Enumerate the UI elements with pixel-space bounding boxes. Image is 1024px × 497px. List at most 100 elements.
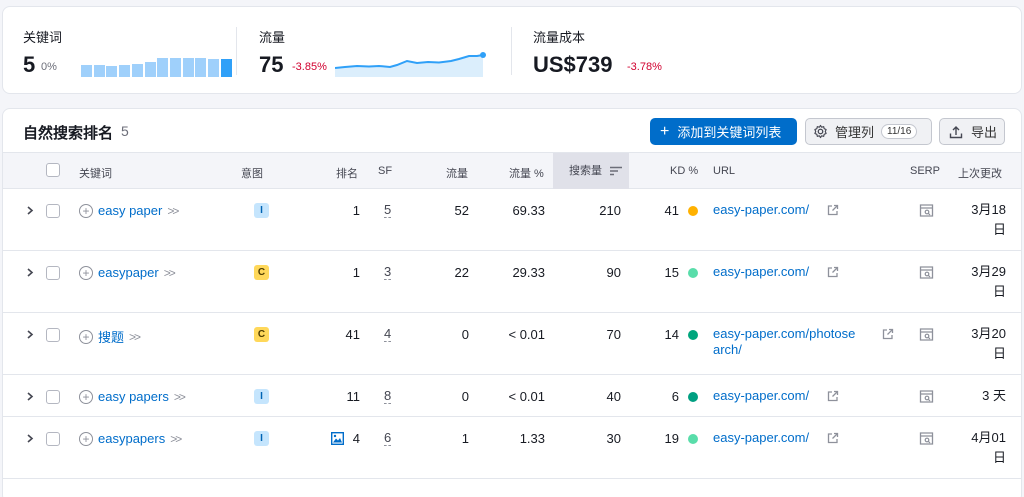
divider xyxy=(511,27,512,75)
col-sf[interactable]: SF xyxy=(378,165,392,177)
url-text[interactable]: easy-paper.com/ xyxy=(713,264,809,279)
rank-value: 1 xyxy=(352,203,360,218)
table-header: 关键词 意图 排名 SF 流量 流量 % 搜索量 KD % URL SERP 上… xyxy=(3,152,1021,189)
intent-badge: I xyxy=(254,203,269,218)
chevron-right-icon[interactable] xyxy=(25,392,34,401)
row-checkbox[interactable] xyxy=(46,328,60,342)
chevron-right-icon[interactable] xyxy=(25,206,34,215)
traffic-pct-value: 29.33 xyxy=(512,265,545,280)
col-traffic-pct[interactable]: 流量 % xyxy=(509,165,544,181)
url-link[interactable]: easy-paper.com/photose arch/ xyxy=(713,326,855,358)
keyword-cell[interactable]: + 搜题 >> xyxy=(79,327,141,346)
plus-circle-icon[interactable]: + xyxy=(79,431,93,446)
keyword-cell[interactable]: + easypapers >> xyxy=(79,431,182,446)
col-serp[interactable]: SERP xyxy=(910,165,940,177)
keyword-link[interactable]: 搜题 xyxy=(98,327,124,346)
url-text[interactable]: easy-paper.com/ xyxy=(713,430,809,445)
serp-snapshot-icon[interactable] xyxy=(919,390,934,403)
export-button[interactable]: 导出 xyxy=(939,118,1005,145)
keyword-cell[interactable]: + easy paper >> xyxy=(79,203,179,218)
table-row[interactable]: + easy paper >> I 1 5 52 69.33 210 41 ea… xyxy=(3,189,1021,251)
double-chevron-icon[interactable]: >> xyxy=(174,390,186,404)
serp-snapshot-icon[interactable] xyxy=(919,204,934,217)
kd-dot xyxy=(688,330,698,340)
row-checkbox[interactable] xyxy=(46,266,60,280)
external-link-icon[interactable] xyxy=(827,432,839,444)
url-text[interactable]: easy-paper.com/ xyxy=(713,202,809,217)
chevron-right-icon[interactable] xyxy=(25,330,34,339)
plus-circle-icon[interactable]: + xyxy=(79,203,93,218)
traffic-value: 1 xyxy=(461,431,469,446)
chevron-right-icon[interactable] xyxy=(25,434,34,443)
serp-snapshot-icon[interactable] xyxy=(919,266,934,279)
url-link[interactable]: easy-paper.com/ xyxy=(713,430,809,446)
chevron-right-icon[interactable] xyxy=(25,268,34,277)
col-intent[interactable]: 意图 xyxy=(241,165,263,181)
row-checkbox[interactable] xyxy=(46,432,60,446)
traffic-metric[interactable]: 流量 75 -3.85% xyxy=(259,7,499,95)
last-updated-line2: 日 xyxy=(992,222,1006,237)
url-text[interactable]: easy-paper.com/photose xyxy=(713,326,855,341)
external-link-icon[interactable] xyxy=(827,204,839,216)
sf-link[interactable]: 3 xyxy=(384,265,392,280)
add-to-keyword-list-button[interactable]: + 添加到关键词列表 xyxy=(650,118,797,145)
plus-circle-icon[interactable]: + xyxy=(79,389,93,404)
table-row[interactable]: + easy papers >> I 11 8 0 < 0.01 40 6 ea… xyxy=(3,375,1021,417)
url-link[interactable]: easy-paper.com/ xyxy=(713,264,809,280)
col-url[interactable]: URL xyxy=(713,165,735,177)
plus-circle-icon[interactable]: + xyxy=(79,265,93,280)
traffic-cost-metric[interactable]: 流量成本 US$739 -3.78% xyxy=(533,7,733,95)
col-kd[interactable]: KD % xyxy=(670,165,698,177)
traffic-value: 22 xyxy=(454,265,469,280)
organic-rankings-panel: 自然搜索排名 5 + 添加到关键词列表 管理列 11/16 导出 关键词 意图 … xyxy=(2,108,1022,497)
sf-link[interactable]: 4 xyxy=(384,327,392,342)
double-chevron-icon[interactable]: >> xyxy=(129,330,141,344)
last-updated-line2: 日 xyxy=(992,284,1006,299)
serp-snapshot-icon[interactable] xyxy=(919,432,934,445)
keyword-link[interactable]: easy paper xyxy=(98,203,162,218)
kd-value: 19 xyxy=(664,431,679,446)
trend-bar xyxy=(182,58,194,77)
manage-columns-label: 管理列 xyxy=(835,125,875,140)
plus-circle-icon[interactable]: + xyxy=(79,329,93,344)
trend-bar xyxy=(93,64,105,77)
double-chevron-icon[interactable]: >> xyxy=(167,204,179,218)
col-volume[interactable]: 搜索量 xyxy=(553,153,629,189)
url-text-cont[interactable]: arch/ xyxy=(713,342,742,357)
serp-snapshot-icon[interactable] xyxy=(919,328,934,341)
external-link-icon[interactable] xyxy=(882,328,894,340)
table-row[interactable]: + 搜题 >> C 41 4 0 < 0.01 70 14 easy-paper… xyxy=(3,313,1021,375)
keyword-link[interactable]: easypapers xyxy=(98,431,165,446)
select-all-checkbox[interactable] xyxy=(46,163,60,177)
external-link-icon[interactable] xyxy=(827,390,839,402)
row-checkbox[interactable] xyxy=(46,204,60,218)
double-chevron-icon[interactable]: >> xyxy=(170,432,182,446)
traffic-value: 52 xyxy=(454,203,469,218)
table-row[interactable]: + easypaper >> C 1 3 22 29.33 90 15 easy… xyxy=(3,251,1021,313)
row-checkbox[interactable] xyxy=(46,390,60,404)
col-rank[interactable]: 排名 xyxy=(336,165,358,181)
kd-dot xyxy=(688,392,698,402)
col-last-updated[interactable]: 上次更改 xyxy=(958,165,1002,181)
double-chevron-icon[interactable]: >> xyxy=(164,266,176,280)
keywords-metric[interactable]: 关键词 5 0% xyxy=(23,7,233,95)
traffic-change: -3.85% xyxy=(292,61,327,73)
manage-columns-button[interactable]: 管理列 11/16 xyxy=(805,118,932,145)
keyword-cell[interactable]: + easypaper >> xyxy=(79,265,176,280)
url-link[interactable]: easy-paper.com/ xyxy=(713,388,809,404)
url-text[interactable]: easy-paper.com/ xyxy=(713,388,809,403)
sf-link[interactable]: 8 xyxy=(384,389,392,404)
keyword-link[interactable]: easypaper xyxy=(98,265,159,280)
keywords-change: 0% xyxy=(41,61,57,73)
table-row[interactable]: + easypapers >> I 4 6 1 1.33 30 19 easy-… xyxy=(3,417,1021,479)
url-link[interactable]: easy-paper.com/ xyxy=(713,202,809,218)
col-volume-label: 搜索量 xyxy=(569,165,602,177)
keyword-cell[interactable]: + easy papers >> xyxy=(79,389,186,404)
sf-link[interactable]: 6 xyxy=(384,431,392,446)
plus-icon: + xyxy=(660,122,670,140)
external-link-icon[interactable] xyxy=(827,266,839,278)
sf-link[interactable]: 5 xyxy=(384,203,392,218)
col-traffic[interactable]: 流量 xyxy=(446,165,468,181)
col-keyword[interactable]: 关键词 xyxy=(79,165,112,181)
keyword-link[interactable]: easy papers xyxy=(98,389,169,404)
